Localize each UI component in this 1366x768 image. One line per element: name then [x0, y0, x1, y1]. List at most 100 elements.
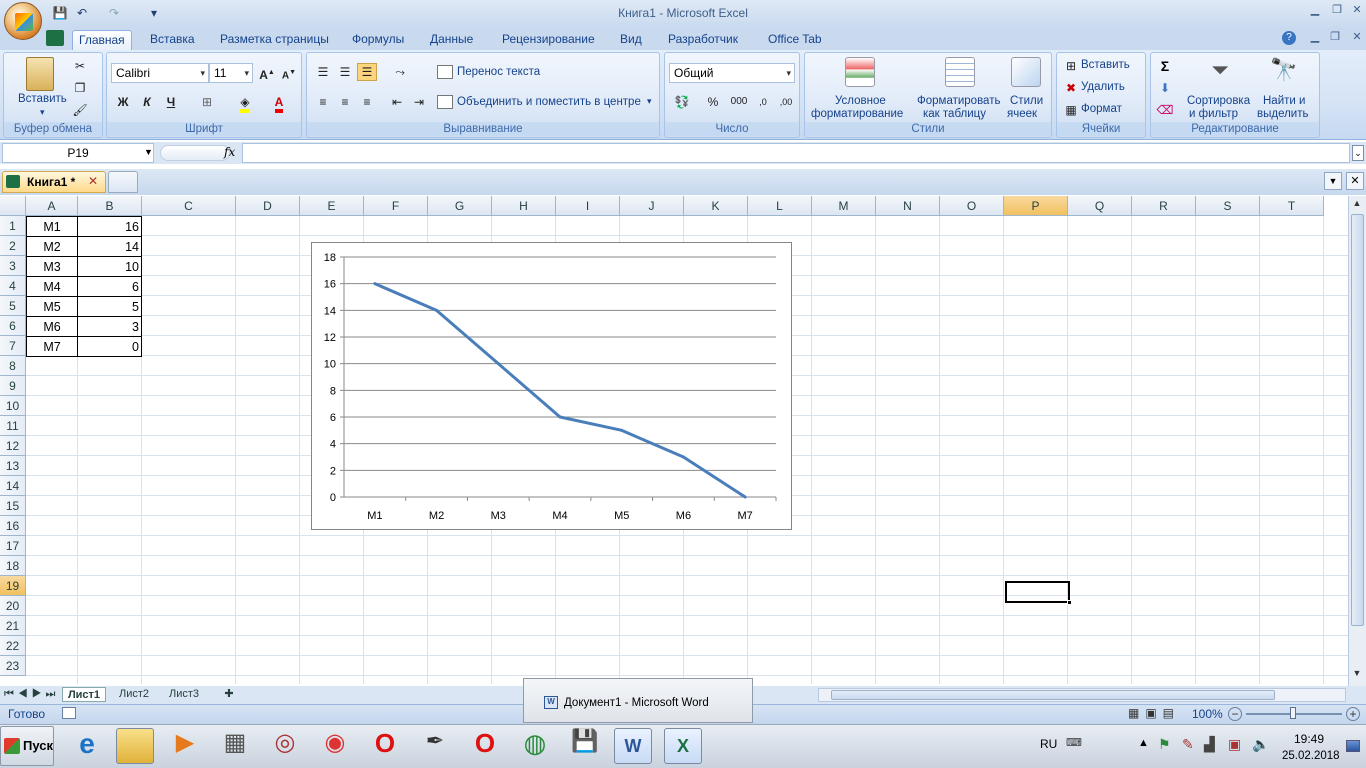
tab-page-layout[interactable]: Разметка страницы	[214, 30, 335, 50]
zoom-level[interactable]: 100%	[1192, 707, 1223, 721]
save-icon[interactable]: 💾	[52, 5, 68, 21]
volume-icon[interactable]: 🔈	[1252, 736, 1269, 753]
row-header-20[interactable]: 20	[0, 596, 26, 616]
media-player-icon[interactable]: ▶	[166, 728, 204, 764]
format-as-table-label-1[interactable]: Форматировать	[917, 95, 1000, 107]
cell-styles-label-1[interactable]: Стили	[1010, 95, 1043, 107]
language-indicator[interactable]: RU	[1040, 737, 1057, 751]
align-left-icon[interactable]: ≡	[313, 93, 333, 111]
name-box-dropdown-icon[interactable]: ▼	[144, 147, 153, 157]
sheet-tab-1[interactable]: Лист1	[62, 687, 106, 702]
column-header-N[interactable]: N	[876, 196, 940, 216]
paste-icon[interactable]	[26, 57, 54, 91]
vertical-scroll-thumb[interactable]	[1351, 214, 1364, 626]
increase-indent-icon[interactable]: ⇥	[409, 93, 429, 111]
wifi-icon[interactable]: ⚑	[1158, 736, 1171, 753]
name-box[interactable]: P19	[2, 143, 154, 163]
row-header-21[interactable]: 21	[0, 616, 26, 636]
tab-formulas[interactable]: Формулы	[346, 30, 410, 50]
save-app-icon[interactable]: 💾	[566, 728, 604, 764]
row-header-8[interactable]: 8	[0, 356, 26, 376]
decrease-indent-icon[interactable]: ⇤	[387, 93, 407, 111]
close-icon[interactable]: ✕	[1346, 3, 1366, 17]
redo-icon[interactable]: ↷	[106, 5, 122, 21]
tab-home[interactable]: Главная	[72, 30, 132, 50]
row-header-7[interactable]: 7	[0, 336, 26, 356]
row-header-12[interactable]: 12	[0, 436, 26, 456]
orientation-icon[interactable]: ⤳	[387, 63, 413, 81]
row-header-2[interactable]: 2	[0, 236, 26, 256]
scroll-up-icon[interactable]: ▲	[1350, 198, 1364, 212]
fill-handle[interactable]	[1067, 600, 1072, 605]
increase-decimal-button[interactable]: ,0	[753, 93, 773, 111]
autosum-button[interactable]: Σ	[1155, 57, 1175, 75]
office-button[interactable]	[4, 2, 42, 40]
conditional-formatting-label-2[interactable]: форматирование	[811, 108, 903, 120]
fill-icon[interactable]: ⬇	[1155, 79, 1175, 97]
calculator-icon[interactable]: ▦	[216, 728, 254, 764]
explorer-icon[interactable]	[116, 728, 154, 764]
excel-taskbar-icon[interactable]: X	[664, 728, 702, 764]
column-header-K[interactable]: K	[684, 196, 748, 216]
cell-A4[interactable]: M4	[26, 276, 78, 297]
row-header-22[interactable]: 22	[0, 636, 26, 656]
tab-developer[interactable]: Разработчик	[662, 30, 744, 50]
row-header-1[interactable]: 1	[0, 216, 26, 236]
cell-B7[interactable]: 0	[77, 336, 142, 357]
column-header-S[interactable]: S	[1196, 196, 1260, 216]
cell-A2[interactable]: M2	[26, 236, 78, 257]
row-header-18[interactable]: 18	[0, 556, 26, 576]
horizontal-scrollbar[interactable]	[818, 688, 1346, 702]
italic-button[interactable]: К	[137, 93, 157, 111]
help-icon[interactable]: ?	[1282, 31, 1296, 45]
find-select-label-2[interactable]: выделить	[1257, 108, 1309, 120]
show-desktop-icon[interactable]	[1346, 740, 1360, 752]
align-center-icon[interactable]: ≡	[335, 93, 355, 111]
align-right-icon[interactable]: ≡	[357, 93, 377, 111]
ribbon-restore-icon[interactable]: ❐	[1324, 30, 1346, 44]
opera-icon-2[interactable]: O	[466, 728, 504, 764]
row-header-19[interactable]: 19	[0, 576, 26, 596]
cell-B5[interactable]: 5	[77, 296, 142, 317]
column-header-R[interactable]: R	[1132, 196, 1196, 216]
column-header-D[interactable]: D	[236, 196, 300, 216]
row-header-13[interactable]: 13	[0, 456, 26, 476]
formula-input[interactable]	[242, 143, 1350, 163]
grow-font-icon[interactable]: A▲	[257, 64, 277, 82]
number-format-combo[interactable]: Общий	[669, 63, 795, 83]
percent-button[interactable]: %	[703, 93, 723, 111]
chrome-icon[interactable]: ◍	[516, 728, 554, 764]
undo-icon[interactable]: ↶	[74, 5, 90, 21]
opera-icon[interactable]: O	[366, 728, 404, 764]
format-as-table-label-2[interactable]: как таблицу	[923, 108, 986, 120]
copy-icon[interactable]: ❐	[70, 79, 90, 97]
sheet-nav-buttons[interactable]: ⏮◀▶⏭	[4, 687, 59, 702]
column-header-Q[interactable]: Q	[1068, 196, 1132, 216]
font-color-icon[interactable]: A	[269, 93, 289, 113]
align-top-icon[interactable]: ☰	[313, 63, 333, 81]
column-header-C[interactable]: C	[142, 196, 236, 216]
cell-B2[interactable]: 14	[77, 236, 142, 257]
horizontal-scroll-thumb[interactable]	[831, 690, 1275, 700]
insert-cells-button[interactable]: Вставить	[1081, 59, 1130, 71]
row-header-11[interactable]: 11	[0, 416, 26, 436]
new-tab-button[interactable]	[108, 171, 138, 193]
bold-button[interactable]: Ж	[113, 93, 133, 111]
paste-button[interactable]: Вставить	[18, 93, 67, 105]
close-document-tab-icon[interactable]: ✕	[88, 174, 98, 188]
row-header-14[interactable]: 14	[0, 476, 26, 496]
clear-icon[interactable]: ⌫	[1155, 101, 1175, 119]
zoom-slider-thumb[interactable]	[1290, 707, 1296, 719]
cell-styles-label-2[interactable]: ячеек	[1007, 108, 1037, 120]
column-header-I[interactable]: I	[556, 196, 620, 216]
decrease-decimal-button[interactable]: ,00	[775, 93, 797, 111]
row-header-23[interactable]: 23	[0, 656, 26, 676]
insert-function-button[interactable]: fx	[224, 145, 235, 159]
line-chart[interactable]: 0 2 4 6 8 10 12 14 16 18 M1 M2 M3 M4 M5 M6 M7	[311, 242, 792, 530]
active-cell-P19[interactable]	[1005, 581, 1070, 603]
row-header-9[interactable]: 9	[0, 376, 26, 396]
worksheet-grid[interactable]: ABCDEFGHIJKLMNOPQRST 1 2 3 4 5 6 7 8 9 10 11 12 13 14…	[0, 196, 1348, 684]
close-tab-bar-icon[interactable]: ✕	[1346, 172, 1364, 190]
column-header-P[interactable]: P	[1004, 196, 1068, 216]
column-header-H[interactable]: H	[492, 196, 556, 216]
